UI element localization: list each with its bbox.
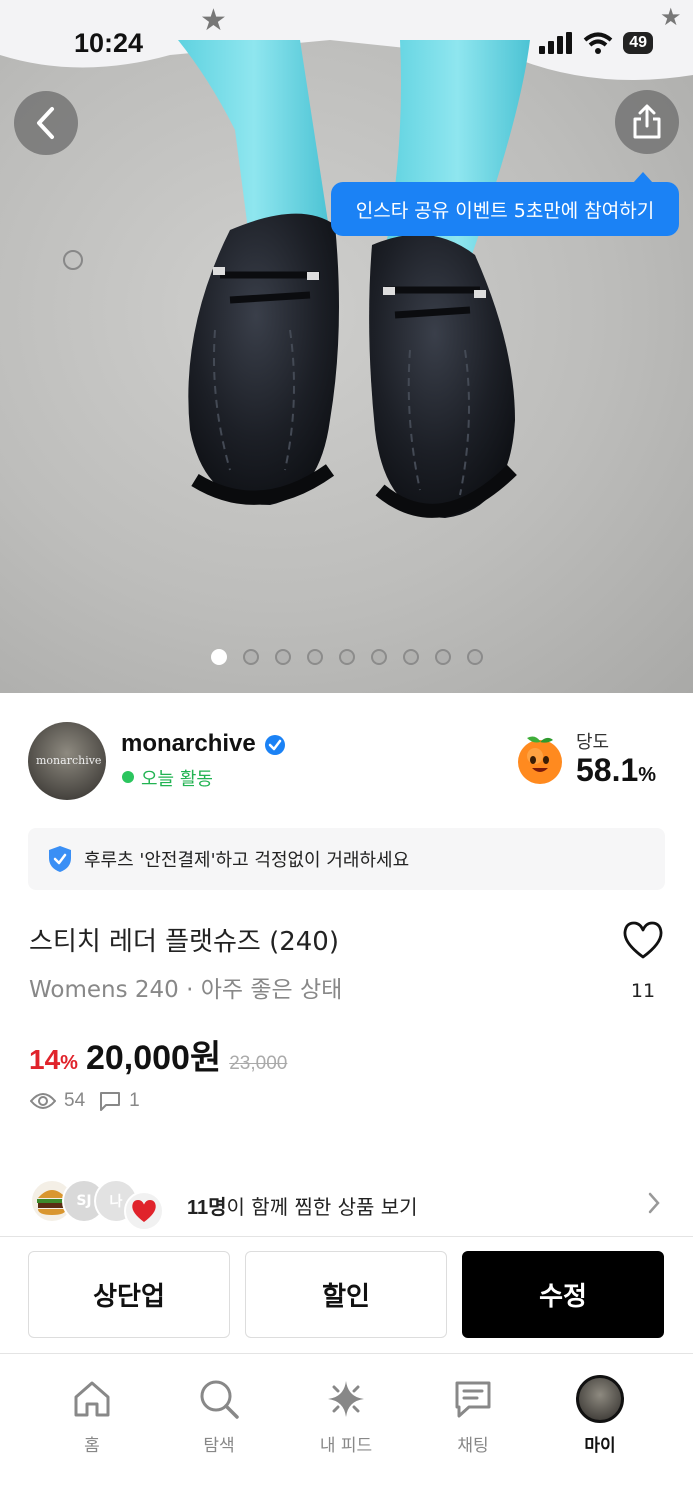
peach-icon (518, 736, 562, 784)
wifi-icon (583, 32, 613, 54)
tab-feed-label: 내 피드 (319, 1436, 373, 1456)
seller-row[interactable]: monarchive monarchive 오늘 활동 당도 58.1% (28, 722, 665, 802)
view-count: 54 (64, 1090, 86, 1111)
pagination-dot[interactable] (370, 649, 387, 665)
bump-button[interactable]: 상단업 (28, 1251, 230, 1338)
pagination-dot[interactable] (434, 649, 451, 665)
pagination-dot[interactable] (466, 649, 483, 665)
discount-rate: 14% (29, 1044, 78, 1075)
edit-button[interactable]: 수정 (462, 1251, 664, 1338)
tab-my[interactable]: 마이 (545, 1375, 655, 1456)
shield-check-icon (49, 846, 71, 872)
product-stats: 54 1 (30, 1090, 140, 1112)
pagination-dot[interactable] (338, 649, 355, 665)
pagination-dot[interactable] (242, 649, 259, 665)
search-icon (200, 1380, 239, 1419)
chevron-left-icon (37, 107, 54, 139)
tab-explore[interactable]: 탐색 (164, 1375, 274, 1456)
share-event-tooltip[interactable]: 인스타 공유 이벤트 5초만에 참여하기 (331, 172, 679, 236)
status-icons: 49 (539, 32, 653, 54)
original-price: 23,000 (229, 1053, 288, 1074)
comment-count: 1 (129, 1090, 140, 1111)
online-status-dot (122, 771, 134, 783)
verified-badge-icon (265, 735, 285, 755)
chevron-right-icon (648, 1192, 660, 1214)
product-image-gallery[interactable]: ★ ★ 10:24 49 인스타 공유 이벤트 5초만에 참여하기 (0, 0, 693, 693)
profile-avatar (576, 1375, 624, 1423)
gallery-pagination (0, 649, 693, 665)
battery-indicator: 49 (623, 32, 653, 54)
tab-chat-label: 채팅 (457, 1436, 489, 1456)
heart-icon[interactable] (622, 920, 664, 960)
status-bar: 10:24 49 (0, 0, 693, 90)
price-row: 14% 20,000원 23,000 (29, 1030, 288, 1077)
seller-avatar[interactable]: monarchive (28, 722, 106, 800)
pagination-dot[interactable] (306, 649, 323, 665)
home-icon (74, 1381, 110, 1417)
action-bar: 상단업 할인 수정 (0, 1236, 693, 1354)
wishlist-text: 11명이 함께 찜한 상품 보기 (187, 1195, 418, 1219)
comment-icon (100, 1092, 121, 1111)
sale-price: 20,000원 (85, 1039, 222, 1077)
product-photo: ★ ★ (0, 0, 693, 519)
tab-home[interactable]: 홈 (37, 1375, 147, 1456)
product-subtitle: Womens 240 · 아주 좋은 상태 (29, 977, 343, 1003)
seller-name[interactable]: monarchive (121, 730, 256, 758)
tooltip-text: 인스타 공유 이벤트 5초만에 참여하기 (355, 199, 655, 222)
discount-button[interactable]: 할인 (245, 1251, 447, 1338)
dangdo-value: 58.1% (576, 752, 657, 788)
signal-icon (539, 32, 573, 54)
tab-explore-label: 탐색 (203, 1436, 235, 1456)
safe-payment-banner[interactable]: 후루츠 '안전결제'하고 걱정없이 거래하세요 (28, 828, 665, 890)
safe-payment-text: 후루츠 '안전결제'하고 걱정없이 거래하세요 (84, 850, 410, 871)
pagination-dot-active[interactable] (210, 649, 227, 665)
share-icon (633, 104, 661, 139)
status-time: 10:24 (74, 28, 144, 58)
pagination-dot[interactable] (274, 649, 291, 665)
product-title: 스티치 레더 플랫슈즈 (240) (29, 927, 339, 957)
sparkle-icon (328, 1381, 364, 1417)
share-button[interactable] (615, 90, 679, 154)
back-button[interactable] (14, 91, 78, 155)
dangdo-label: 당도 (576, 732, 610, 753)
tab-chat[interactable]: 채팅 (418, 1375, 528, 1456)
wisher-heart-badge (124, 1191, 164, 1231)
chat-icon (455, 1381, 491, 1418)
eye-icon (30, 1093, 56, 1109)
red-heart-icon (132, 1199, 156, 1223)
bottom-tab-bar: 홈 탐색 내 피드 채팅 마이 (0, 1355, 693, 1500)
tab-home-label: 홈 (84, 1436, 100, 1456)
pagination-dot[interactable] (402, 649, 419, 665)
tab-feed[interactable]: 내 피드 (291, 1375, 401, 1456)
wishlist-row[interactable]: SJ 나 11명이 함께 찜한 상품 보기 (30, 1175, 665, 1231)
tab-my-label: 마이 (584, 1436, 616, 1456)
activity-status: 오늘 활동 (141, 769, 213, 790)
like-count: 11 (630, 980, 656, 1002)
